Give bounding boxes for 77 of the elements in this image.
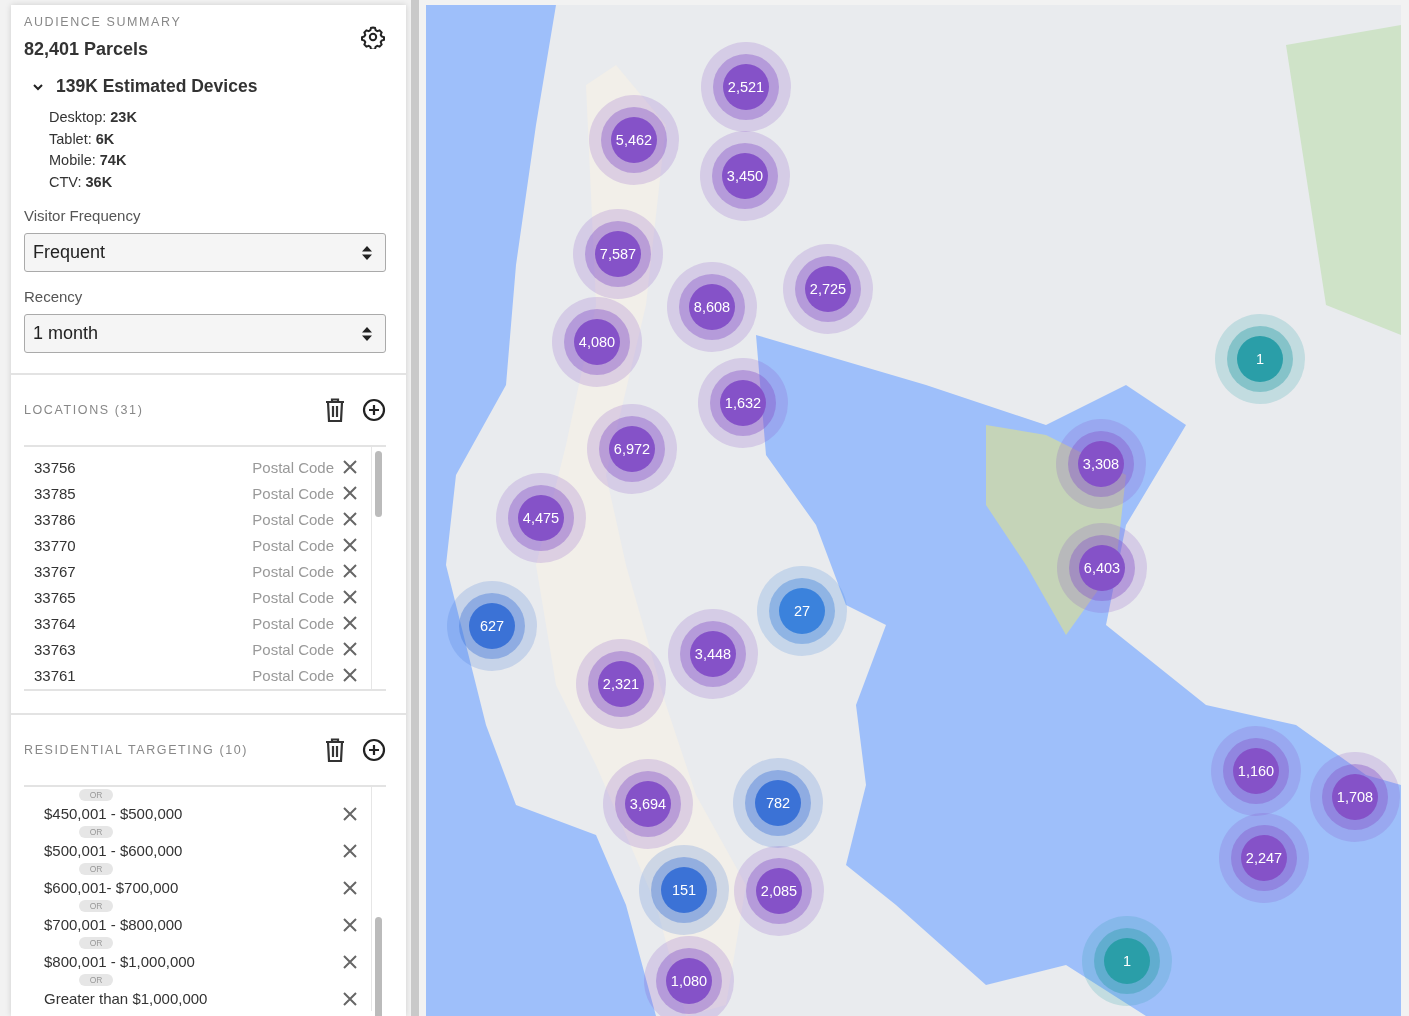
section-heading: AUDIENCE SUMMARY (24, 15, 182, 29)
location-row[interactable]: 33765 Postal Code (24, 584, 371, 610)
postal-code: 33786 (34, 510, 77, 528)
device-count: Desktop: 23K (49, 108, 138, 127)
close-icon[interactable] (343, 917, 357, 932)
sort-caret-icon (362, 326, 372, 341)
section-heading: RESIDENTIAL TARGETING (10) (24, 743, 249, 757)
price-range: Greater than $1,000,000 (44, 990, 208, 1007)
sort-caret-icon (362, 245, 372, 260)
trash-icon[interactable] (325, 738, 345, 762)
close-icon[interactable] (343, 538, 357, 552)
postal-code: 33763 (34, 640, 77, 658)
price-range: $700,001 - $800,000 (44, 916, 183, 933)
field-label: Recency (24, 288, 84, 305)
location-type: Postal Code (252, 562, 334, 580)
close-icon[interactable] (343, 460, 357, 474)
or-pill: OR (79, 937, 113, 949)
location-type: Postal Code (252, 510, 334, 528)
postal-code: 33756 (34, 458, 77, 476)
close-icon[interactable] (343, 880, 357, 895)
or-pill: OR (79, 826, 113, 838)
close-icon[interactable] (343, 668, 357, 682)
location-row[interactable]: 33763 Postal Code (24, 636, 371, 662)
location-row[interactable]: 33761 Postal Code (24, 662, 371, 688)
close-icon[interactable] (343, 616, 357, 630)
or-pill: OR (79, 900, 113, 912)
or-pill: OR (79, 789, 113, 801)
location-row[interactable]: 33767 Postal Code (24, 558, 371, 584)
postal-code: 33785 (34, 484, 77, 502)
or-pill: OR (79, 863, 113, 875)
devices-toggle[interactable]: 139K Estimated Devices (32, 76, 258, 97)
device-count: Mobile: 74K (49, 151, 128, 170)
close-icon[interactable] (343, 642, 357, 656)
close-icon[interactable] (343, 843, 357, 858)
or-pill: OR (79, 974, 113, 986)
resize-handle[interactable] (411, 0, 419, 1016)
price-range: $450,001 - $500,000 (44, 805, 183, 822)
select-field[interactable]: Frequent (24, 233, 386, 272)
close-icon[interactable] (343, 590, 357, 604)
location-type: Postal Code (252, 536, 334, 554)
location-row[interactable]: 33785 Postal Code (24, 480, 371, 506)
location-row[interactable]: 33786 Postal Code (24, 506, 371, 532)
close-icon[interactable] (343, 512, 357, 526)
postal-code: 33770 (34, 536, 77, 554)
close-icon[interactable] (343, 954, 357, 969)
scrollbar-thumb[interactable] (375, 917, 382, 1016)
add-circle-icon[interactable] (362, 398, 386, 422)
close-icon[interactable] (343, 991, 357, 1006)
location-type: Postal Code (252, 640, 334, 658)
location-type: Postal Code (252, 666, 334, 684)
location-row[interactable]: 33770 Postal Code (24, 532, 371, 558)
location-type: Postal Code (252, 484, 334, 502)
postal-code: 33767 (34, 562, 77, 580)
postal-code: 33764 (34, 614, 77, 632)
price-range: $500,001 - $600,000 (44, 842, 183, 859)
location-type: Postal Code (252, 458, 334, 476)
close-icon[interactable] (343, 486, 357, 500)
location-row[interactable]: 33756 Postal Code (24, 454, 371, 480)
section-heading: LOCATIONS (31) (24, 403, 144, 417)
select-field[interactable]: 1 month (24, 314, 386, 353)
settings-icon[interactable] (361, 25, 385, 49)
device-count: CTV: 36K (49, 172, 114, 192)
device-count: Tablet: 6K (49, 129, 116, 149)
price-range: $800,001 - $1,000,000 (44, 953, 195, 970)
location-type: Postal Code (252, 614, 334, 632)
price-range: $600,001- $700,000 (44, 879, 179, 896)
location-row[interactable]: 33764 Postal Code (24, 610, 371, 636)
close-icon[interactable] (343, 806, 357, 821)
scrollbar-thumb[interactable] (375, 451, 382, 517)
field-label: Visitor Frequency (24, 207, 142, 224)
location-type: Postal Code (252, 588, 334, 606)
add-circle-icon[interactable] (362, 738, 386, 762)
trash-icon[interactable] (325, 398, 345, 422)
postal-code: 33765 (34, 588, 77, 606)
parcel-count: 82,401 Parcels (24, 39, 150, 60)
postal-code: 33761 (34, 666, 77, 684)
close-icon[interactable] (343, 564, 357, 578)
